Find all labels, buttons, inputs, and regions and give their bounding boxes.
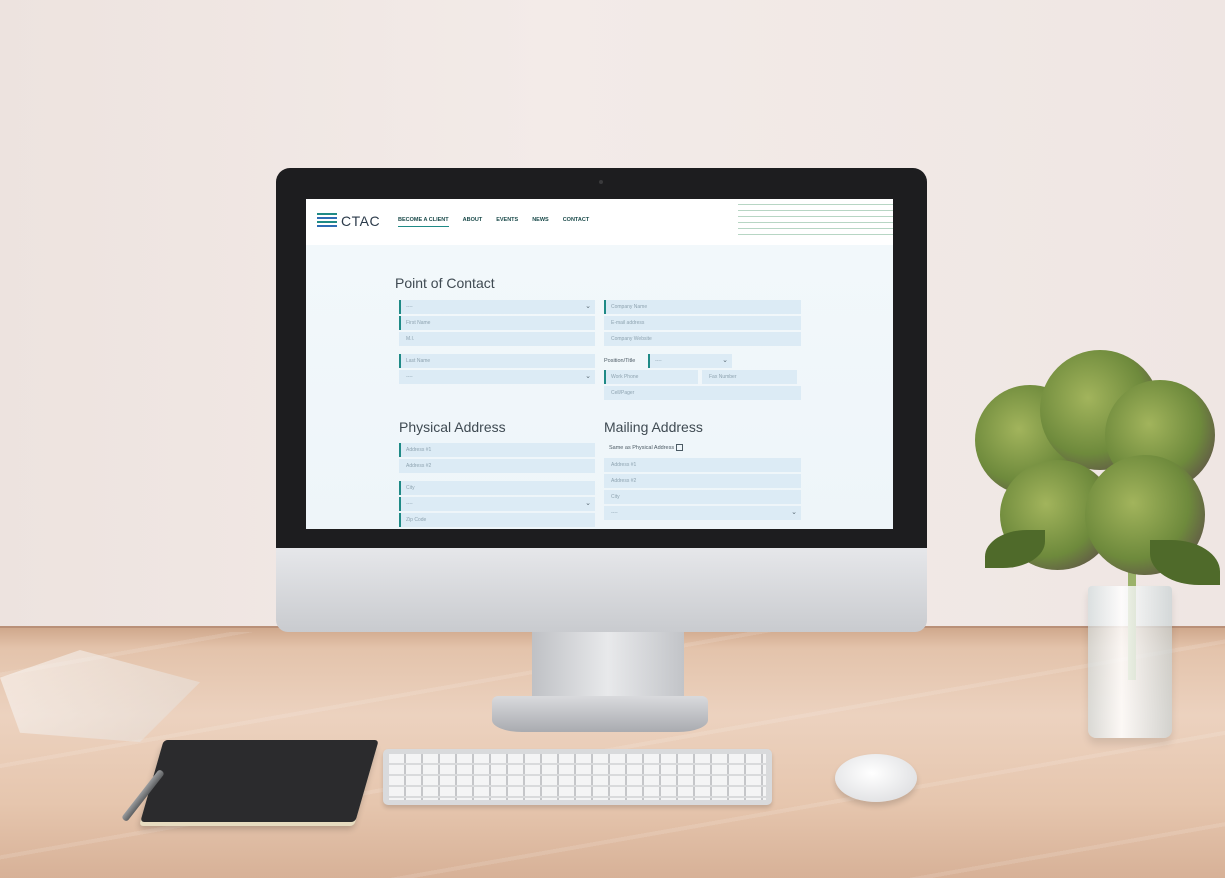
company-website-field[interactable]: Company Website (604, 332, 801, 346)
last-name-field[interactable]: Last Name (399, 354, 595, 368)
physical-address2-field[interactable]: Address #2 (399, 459, 595, 473)
monitor-chin (276, 548, 927, 632)
email-field[interactable]: E-mail address (604, 316, 801, 330)
monitor-stand-neck (532, 632, 684, 702)
position-title-label: Position/Title (604, 358, 636, 364)
mailing-address2-field[interactable]: Address #2 (604, 474, 801, 488)
work-phone-field[interactable]: Work Phone (604, 370, 698, 384)
mi-field[interactable]: M.I. (399, 332, 595, 346)
chevron-down-icon: ⌄ (585, 303, 591, 310)
camera-icon (599, 180, 603, 184)
section-title-physical-address: Physical Address (399, 419, 506, 435)
monitor-stand-foot (492, 696, 708, 732)
site-logo[interactable]: CTAC (317, 213, 380, 229)
monitor-screen: CTAC BECOME A CLIENT ABOUT EVENTS NEWS C… (306, 199, 893, 529)
mailing-address1-field[interactable]: Address #1 (604, 458, 801, 472)
logo-text: CTAC (341, 213, 381, 229)
section-title-point-of-contact: Point of Contact (395, 275, 495, 291)
nav-become-a-client[interactable]: BECOME A CLIENT (398, 217, 449, 227)
physical-city-field[interactable]: City (399, 481, 595, 495)
suffix-select[interactable]: ---- ⌄ (399, 370, 595, 384)
chevron-down-icon: ⌄ (722, 357, 728, 364)
decorative-lines (738, 204, 893, 244)
company-name-field[interactable]: Company Name (604, 300, 801, 314)
same-as-physical-checkbox[interactable] (676, 444, 684, 452)
nav-events[interactable]: EVENTS (496, 217, 518, 223)
glass-vase (1088, 586, 1172, 738)
site-header: CTAC BECOME A CLIENT ABOUT EVENTS NEWS C… (306, 199, 893, 245)
prefix-select[interactable]: ---- ⌄ (399, 300, 595, 314)
same-as-physical-label[interactable]: Same as Physical Address (609, 441, 684, 455)
keyboard (383, 749, 772, 805)
nav-about[interactable]: ABOUT (463, 217, 483, 223)
mailing-city-field[interactable]: City (604, 490, 801, 504)
physical-zip-field[interactable]: Zip Code (399, 513, 595, 527)
notebook (140, 740, 379, 822)
fax-number-field[interactable]: Fax Number (702, 370, 797, 384)
main-nav: BECOME A CLIENT ABOUT EVENTS NEWS CONTAC… (398, 217, 589, 227)
form-content: Point of Contact ---- ⌄ First Name M.I. L… (306, 245, 893, 529)
nav-contact[interactable]: CONTACT (563, 217, 589, 223)
cell-pager-field[interactable]: Cell/Pager (604, 386, 801, 400)
first-name-field[interactable]: First Name (399, 316, 595, 330)
mouse (835, 754, 917, 802)
position-title-select[interactable]: ---- ⌄ (648, 354, 732, 368)
section-title-mailing-address: Mailing Address (604, 419, 703, 435)
physical-address1-field[interactable]: Address #1 (399, 443, 595, 457)
physical-state-select[interactable]: ---- ⌄ (399, 497, 595, 511)
nav-news[interactable]: NEWS (532, 217, 549, 223)
mailing-state-select[interactable]: ---- ⌄ (604, 506, 801, 520)
chevron-down-icon: ⌄ (585, 373, 591, 380)
waves-logo-icon (317, 213, 337, 229)
chevron-down-icon: ⌄ (791, 509, 797, 516)
chevron-down-icon: ⌄ (585, 500, 591, 507)
